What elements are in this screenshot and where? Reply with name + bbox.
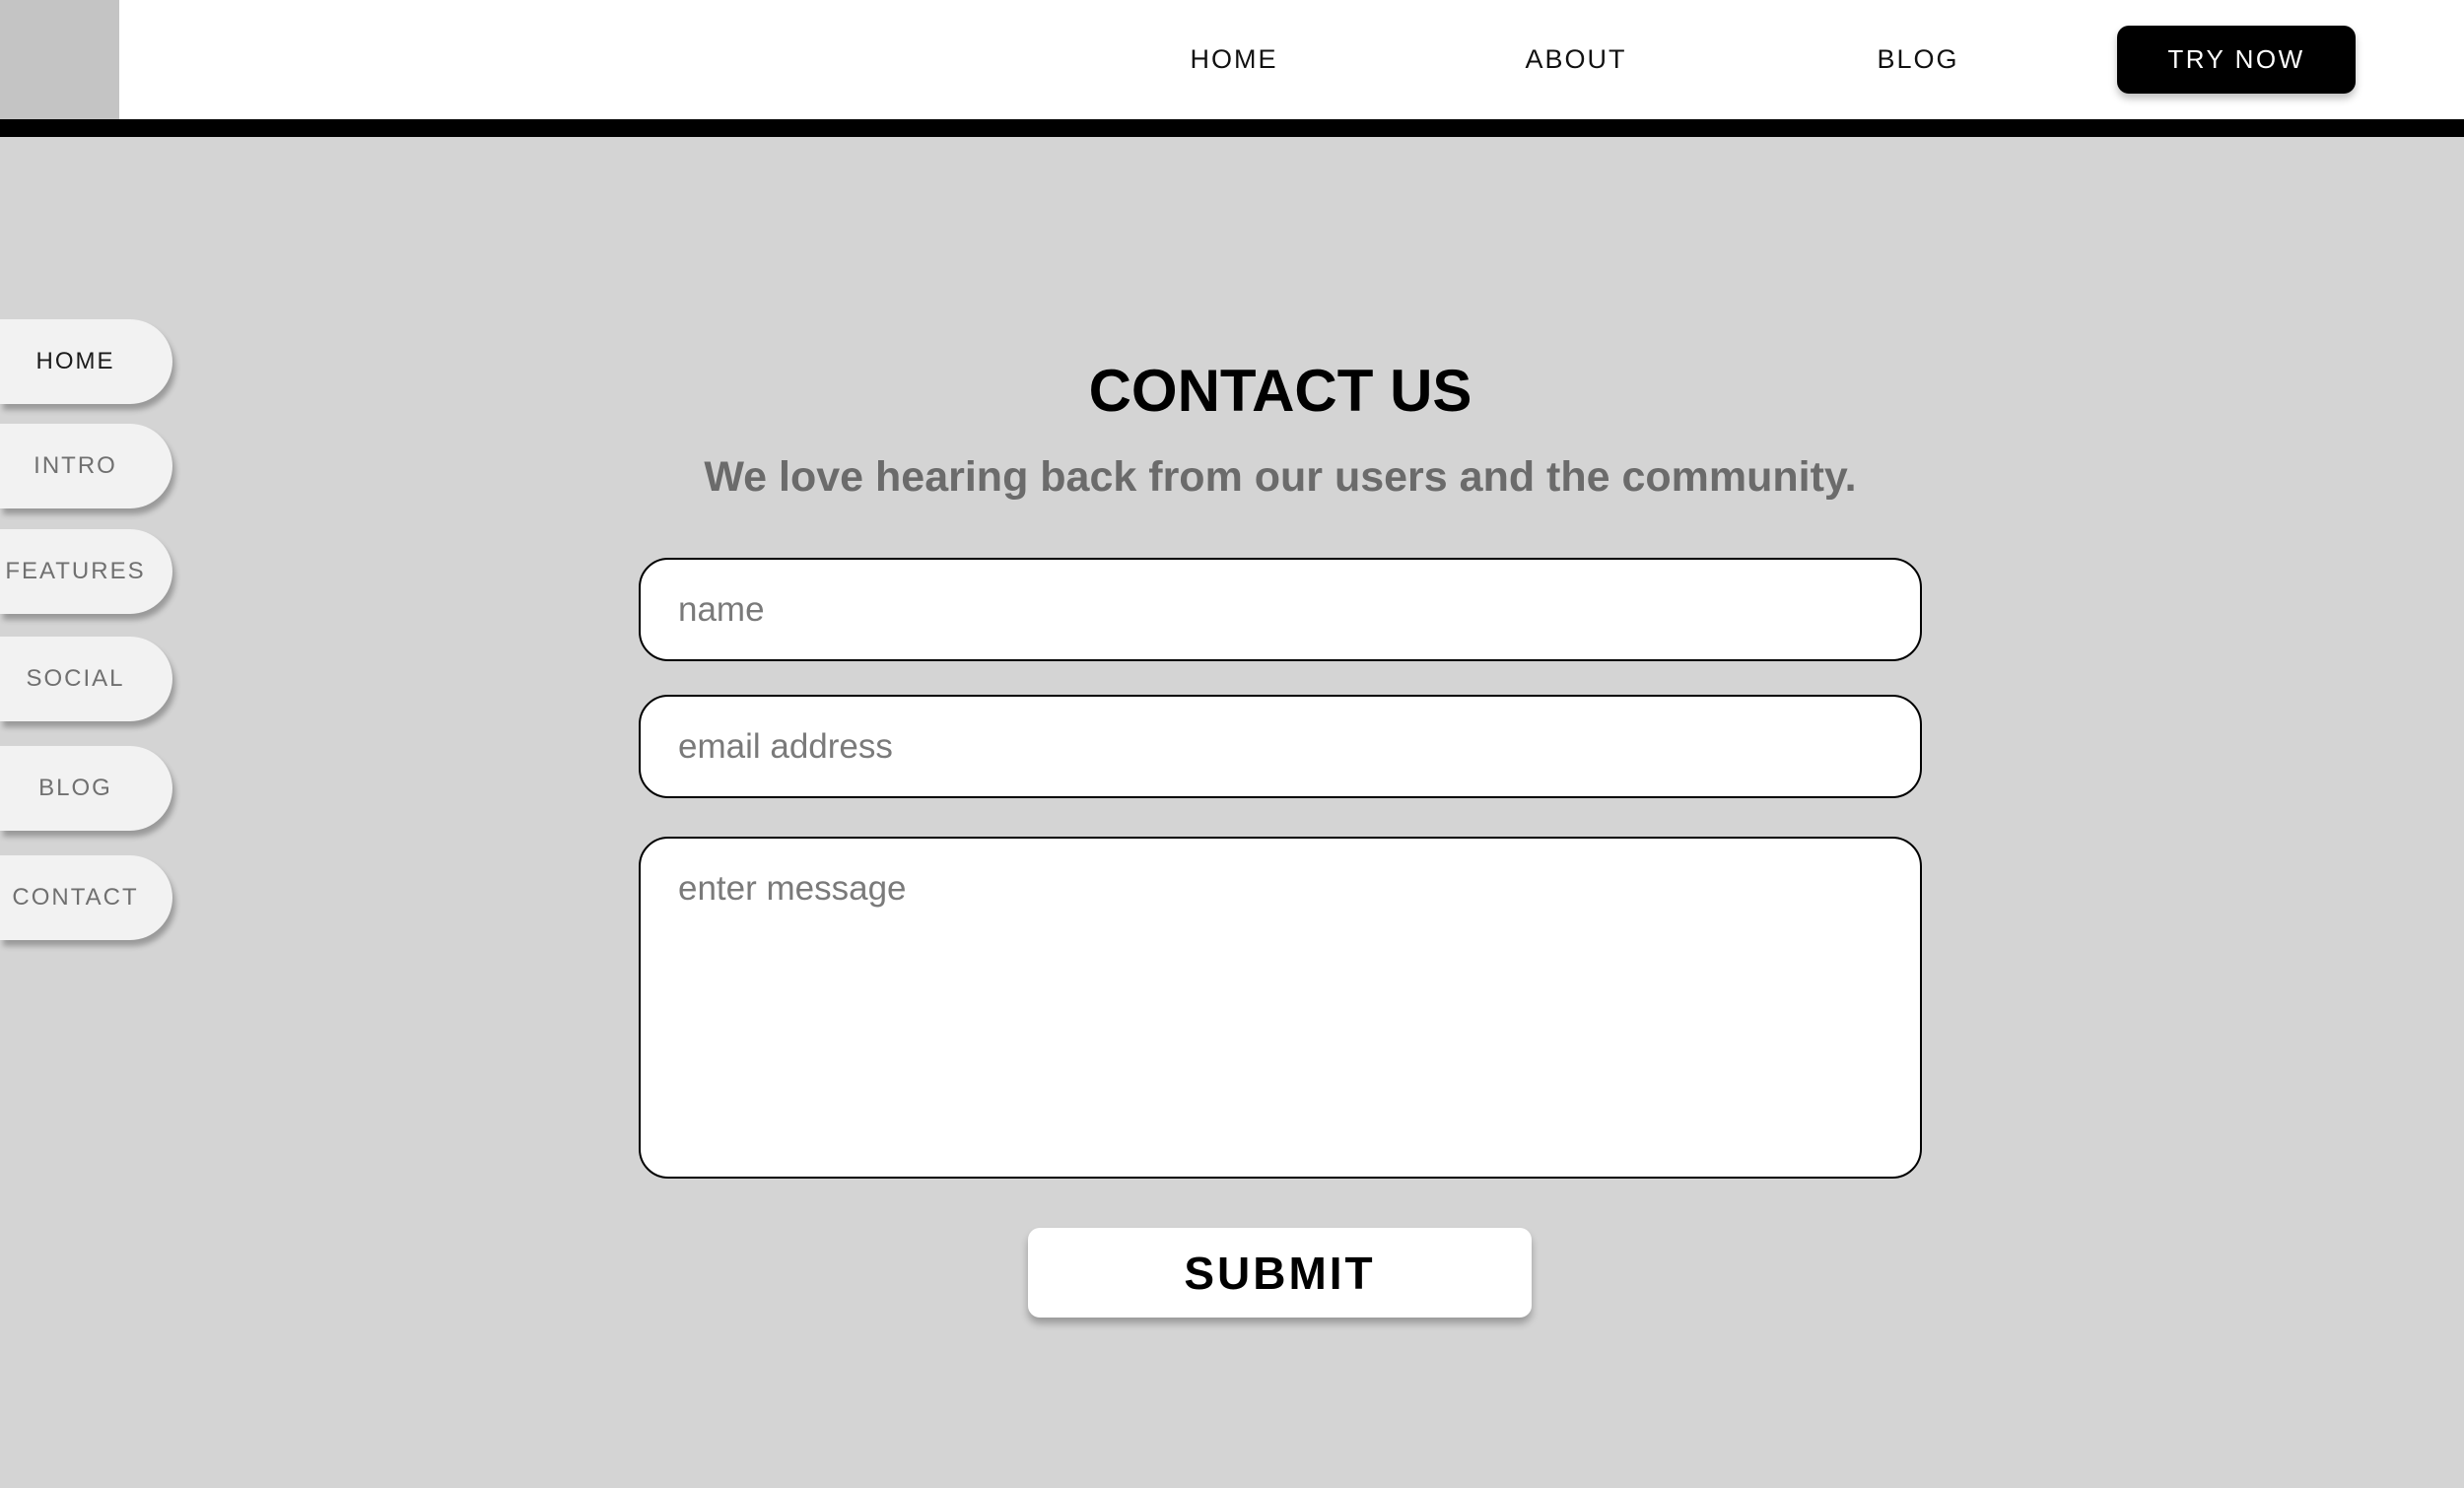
side-nav-blog[interactable]: BLOG	[0, 746, 172, 831]
top-nav-home[interactable]: HOME	[1126, 0, 1342, 119]
email-input[interactable]	[639, 695, 1922, 798]
side-nav-contact[interactable]: CONTACT	[0, 855, 172, 940]
message-textarea[interactable]	[639, 837, 1922, 1179]
logo-placeholder[interactable]	[0, 0, 119, 119]
top-header: HOME ABOUT BLOG TRY NOW	[0, 0, 2464, 119]
header-divider	[0, 119, 2464, 137]
top-nav-about[interactable]: ABOUT	[1468, 0, 1684, 119]
try-now-button[interactable]: TRY NOW	[2117, 26, 2356, 94]
submit-button[interactable]: SUBMIT	[1028, 1228, 1532, 1318]
contact-title: CONTACT US	[1088, 358, 1472, 424]
top-nav-blog[interactable]: BLOG	[1810, 0, 2026, 119]
name-input[interactable]	[639, 558, 1922, 661]
page: HOME ABOUT BLOG TRY NOW HOME INTRO FEATU…	[0, 0, 2464, 1488]
contact-subtitle: We love hearing back from our users and …	[704, 453, 1857, 501]
side-nav-social[interactable]: SOCIAL	[0, 637, 172, 721]
side-nav-features[interactable]: FEATURES	[0, 529, 172, 614]
